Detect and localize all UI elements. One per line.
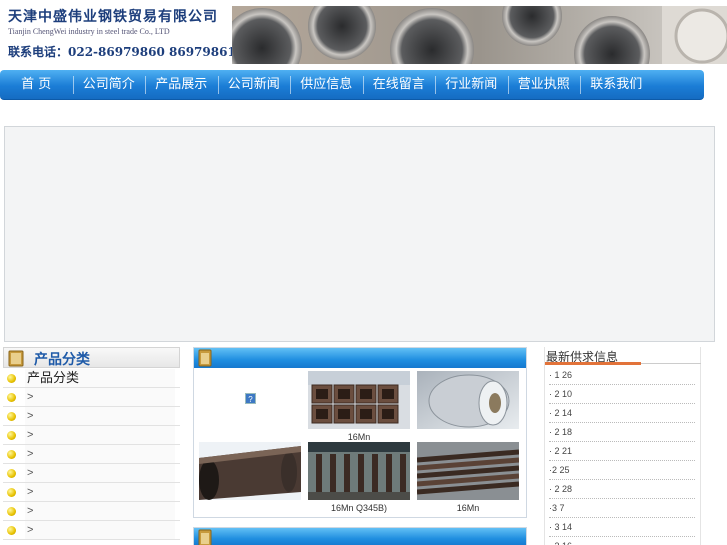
banner-steel-pipes-image — [232, 6, 727, 64]
product-panel-header — [194, 348, 526, 368]
bullet-icon — [7, 393, 16, 402]
bullet-icon — [7, 526, 16, 535]
company-english-name: Tianjin ChengWei industry in steel trade… — [8, 27, 170, 36]
product-item[interactable]: 16Mn — [417, 442, 519, 514]
nav-home[interactable]: 首 页 — [0, 70, 73, 100]
news-item[interactable]: · 2 18 — [549, 423, 695, 442]
news-item[interactable]: · 3 14 — [549, 518, 695, 537]
category-label: 产品分类 — [25, 369, 175, 387]
broken-image-icon: ? — [245, 393, 256, 404]
news-item[interactable]: · 2 28 — [549, 480, 695, 499]
category-label: > — [25, 388, 175, 406]
news-item[interactable]: · 1 26 — [549, 366, 695, 385]
product-item[interactable]: 16Mn — [308, 371, 410, 443]
nav-business-license[interactable]: 营业执照 — [507, 70, 581, 100]
bullet-icon — [7, 431, 16, 440]
product-image: ? — [199, 371, 301, 429]
news-item[interactable]: ·2 25 — [549, 461, 695, 480]
product-item[interactable] — [417, 371, 519, 443]
category-label: > — [25, 502, 175, 520]
product-image — [308, 371, 410, 429]
product-image — [199, 442, 301, 500]
category-item[interactable]: 产品分类 — [3, 369, 180, 388]
news-item[interactable]: · 2 10 — [549, 385, 695, 404]
nav-contact[interactable]: 联系我们 — [580, 70, 653, 100]
steel-coil-image — [417, 371, 519, 429]
news-item[interactable]: · 3 16 — [549, 537, 695, 545]
product-caption: 16Mn — [456, 503, 480, 513]
product-caption — [199, 502, 301, 514]
category-panel-title: 产品分类 — [34, 352, 90, 368]
bullet-icon — [7, 469, 16, 478]
nav-guestbook[interactable]: 在线留言 — [362, 70, 436, 100]
news-item[interactable]: · 2 14 — [549, 404, 695, 423]
category-item[interactable]: > — [3, 521, 180, 540]
title-divider — [641, 363, 701, 364]
category-item[interactable]: > — [3, 502, 180, 521]
category-item[interactable]: > — [3, 445, 180, 464]
nav-products[interactable]: 产品展示 — [145, 70, 218, 100]
set-homepage-link[interactable]: 设为首页 — [120, 104, 168, 120]
bullet-icon — [7, 450, 16, 459]
bullet-icon — [7, 507, 16, 516]
nav-industry-news[interactable]: 行业新闻 — [435, 70, 508, 100]
bullet-icon — [7, 412, 16, 421]
category-label: > — [25, 407, 175, 425]
category-label: > — [25, 521, 175, 539]
rectangular-tubes-image — [308, 371, 410, 429]
category-item[interactable]: > — [3, 388, 180, 407]
title-underline — [545, 362, 641, 365]
large-pipes-image — [199, 442, 301, 500]
main-navigation: 首 页 公司简介 产品展示 公司新闻 供应信息 在线留言 行业新闻 营业执照 联… — [0, 70, 704, 100]
steel-pipes-illustration — [232, 6, 727, 64]
product-category-panel: 产品分类 产品分类 > > > > > > > > — [3, 347, 180, 545]
news-item[interactable]: ·3 7 — [549, 499, 695, 518]
category-label: > — [25, 483, 175, 501]
category-item[interactable]: > — [3, 426, 180, 445]
add-favorite-link[interactable]: 加入收藏夹 — [30, 104, 90, 120]
pipe-warehouse-image — [308, 442, 410, 500]
product-item[interactable] — [199, 442, 301, 514]
category-label: > — [25, 426, 175, 444]
product-showcase-panel: ? 16Mn 16Mn Q345B) 16Mn — [193, 347, 527, 518]
nav-about[interactable]: 公司简介 — [72, 70, 146, 100]
flash-banner-area — [4, 126, 715, 342]
nav-company-news[interactable]: 公司新闻 — [217, 70, 291, 100]
site-header: 天津中盛伟业钢铁贸易有限公司 Tianjin ChengWei industry… — [0, 0, 727, 66]
company-logo-block: 天津中盛伟业钢铁贸易有限公司 Tianjin ChengWei industry… — [6, 4, 236, 64]
category-item[interactable]: > — [3, 407, 180, 426]
category-item[interactable]: > — [3, 464, 180, 483]
product-item[interactable]: 16Mn Q345B) — [308, 442, 410, 514]
secondary-panel — [193, 527, 527, 545]
bullet-icon — [7, 374, 16, 383]
bullet-icon — [7, 488, 16, 497]
long-pipes-image — [417, 442, 519, 500]
product-caption: 16Mn Q345B) — [330, 503, 388, 513]
product-image — [417, 371, 519, 429]
folder-icon — [8, 350, 24, 367]
news-item[interactable]: · 2 21 — [549, 442, 695, 461]
category-label: > — [25, 464, 175, 482]
quick-links: 加入收藏夹 设为首页 — [30, 104, 168, 120]
secondary-panel-header — [194, 528, 526, 545]
company-name: 天津中盛伟业钢铁贸易有限公司 — [8, 9, 218, 25]
contact-phone: 联系电话：022-86979860 86979861 — [8, 45, 236, 59]
folder-icon — [198, 529, 212, 545]
product-item[interactable]: ? — [199, 371, 301, 443]
product-image — [308, 442, 410, 500]
product-image — [417, 442, 519, 500]
folder-icon — [198, 349, 212, 367]
latest-supply-panel: 最新供求信息 · 1 26 · 2 10 · 2 14 · 2 18 · 2 2… — [544, 347, 701, 545]
nav-supply-info[interactable]: 供应信息 — [290, 70, 363, 100]
category-item[interactable]: > — [3, 483, 180, 502]
category-label: > — [25, 445, 175, 463]
category-panel-header: 产品分类 — [3, 347, 180, 368]
